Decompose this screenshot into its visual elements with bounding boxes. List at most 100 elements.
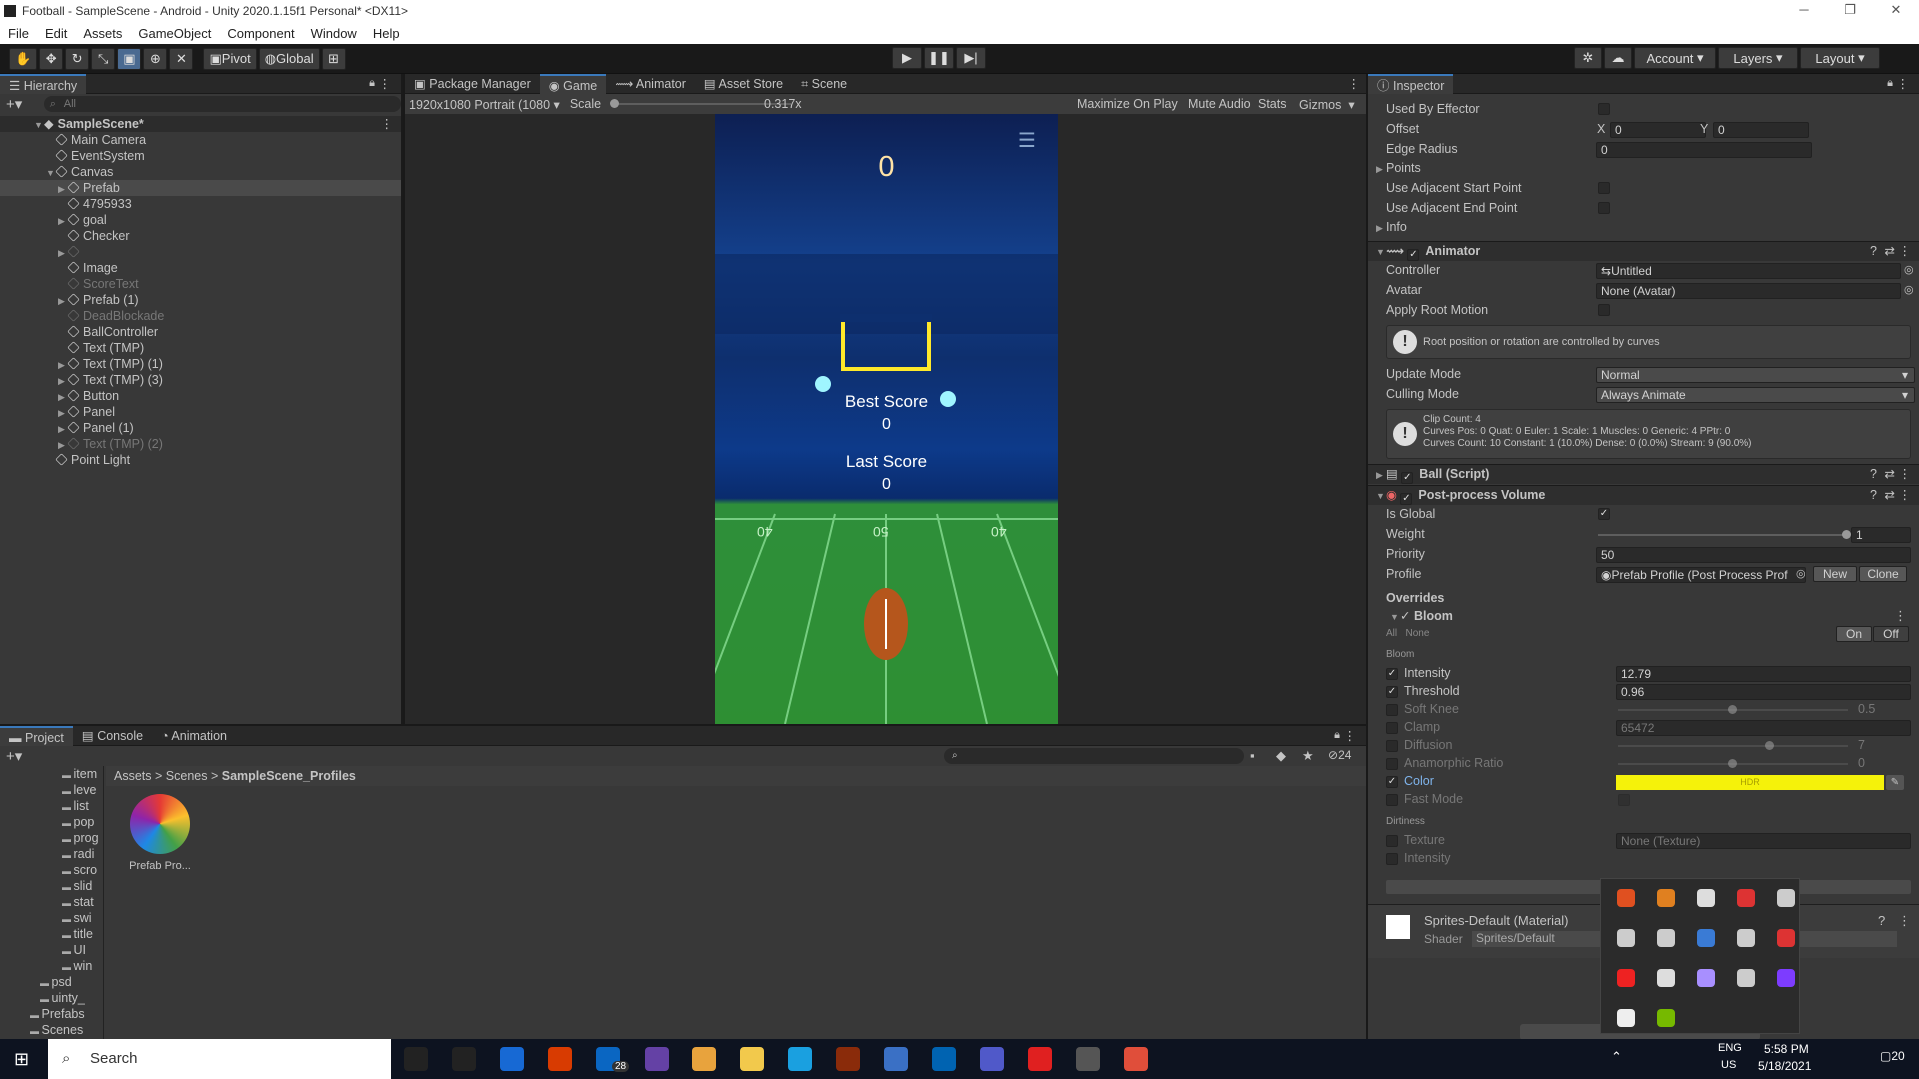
menu-file[interactable]: File [0, 26, 37, 41]
hierarchy-item[interactable]: ▶ Text (TMP) (3) [0, 372, 401, 388]
hierarchy-item[interactable]: Text (TMP) [0, 340, 401, 356]
info-foldout[interactable]: ▶ Info [1376, 219, 1407, 236]
stats-toggle[interactable]: Stats [1258, 97, 1287, 111]
menu-gameobject[interactable]: GameObject [130, 26, 219, 41]
calculator-icon[interactable] [884, 1047, 908, 1071]
maximize-button[interactable]: ❐ [1827, 0, 1873, 22]
tray-icon[interactable] [1737, 969, 1755, 987]
breadcrumb-assets[interactable]: Assets [114, 769, 152, 783]
cloud-icon[interactable]: ☁ [1604, 47, 1632, 69]
asset-item[interactable]: Prefab Pro... [118, 794, 202, 894]
hidden-packages-badge[interactable]: ⊘24 [1328, 748, 1351, 762]
tab-package-manager[interactable]: ▣ Package Manager [405, 74, 540, 94]
chrome-icon[interactable] [692, 1047, 716, 1071]
hierarchy-item[interactable]: Point Light [0, 452, 401, 468]
intensity-override-checkbox[interactable]: ✓ [1386, 668, 1398, 680]
ball-enabled-checkbox[interactable]: ✓ [1401, 472, 1414, 484]
expand-arrow-icon[interactable]: ▶ [58, 405, 68, 421]
expand-arrow-icon[interactable]: ▶ [58, 245, 68, 261]
hierarchy-item[interactable]: ▶ Panel (1) [0, 420, 401, 436]
vi-icon[interactable] [836, 1047, 860, 1071]
bloom-off-button[interactable]: Off [1873, 626, 1909, 642]
clone-profile-button[interactable]: Clone [1859, 566, 1907, 582]
animator-enabled-checkbox[interactable]: ✓ [1407, 249, 1420, 261]
threshold-field[interactable]: 0.96 [1616, 684, 1911, 700]
ball-script-header[interactable]: ▶ ▤ ✓ Ball (Script) ? ⇄ ⋮ [1368, 464, 1919, 484]
close-button[interactable]: ✕ [1873, 0, 1919, 22]
layers-dropdown[interactable]: Layers ▾ [1718, 47, 1798, 69]
folder-item[interactable]: ▬ psd [0, 974, 103, 990]
project-search-input[interactable]: ⌕ [944, 748, 1244, 764]
hierarchy-search-input[interactable]: ⌕ All [43, 96, 401, 112]
hierarchy-item[interactable]: ▶ goal [0, 212, 401, 228]
object-picker-icon[interactable]: ◎ [1904, 283, 1914, 296]
help-icon[interactable]: ? [1870, 486, 1877, 505]
folder-item[interactable]: ▬ Scenes [0, 1022, 103, 1038]
object-picker-icon[interactable]: ◎ [1904, 263, 1914, 276]
priority-field[interactable]: 50 [1596, 547, 1911, 563]
layout-dropdown[interactable]: Layout ▾ [1800, 47, 1880, 69]
object-picker-icon[interactable]: ◎ [1796, 567, 1806, 580]
folder-item[interactable]: ▬ Prefabs [0, 1006, 103, 1022]
folder-item[interactable]: ▬ UI [0, 942, 103, 958]
gizmos-dropdown[interactable]: Gizmos ▾ [1299, 97, 1355, 112]
flash-tray-icon[interactable] [1617, 969, 1635, 987]
component-menu-icon[interactable]: ⋮ [1899, 486, 1912, 505]
maximize-on-play-toggle[interactable]: Maximize On Play [1077, 97, 1178, 111]
hand-tool-icon[interactable]: ✋ [9, 47, 38, 70]
hierarchy-item[interactable]: ▶ Text (TMP) (2) [0, 436, 401, 452]
mic-tray-icon[interactable] [1737, 929, 1755, 947]
texture-override-checkbox[interactable] [1386, 835, 1398, 847]
tab-animation[interactable]: ◔ Animation [152, 726, 236, 746]
folder-item[interactable]: ▬ radi [0, 846, 103, 862]
lock-icon[interactable]: 🔒︎ [1334, 729, 1340, 742]
ppv-enabled-checkbox[interactable]: ✓ [1400, 493, 1413, 505]
override-none-link[interactable]: None [1405, 628, 1429, 639]
weight-slider[interactable] [1598, 534, 1846, 536]
global-toggle[interactable]: ◍ Global [258, 47, 320, 70]
component-menu-icon[interactable]: ⋮ [1899, 465, 1912, 484]
apply-root-motion-checkbox[interactable] [1598, 304, 1610, 316]
task-view-icon[interactable] [452, 1047, 476, 1071]
pause-button[interactable]: ❚❚ [924, 47, 954, 69]
intensity-field[interactable]: 12.79 [1616, 666, 1911, 682]
expand-arrow-icon[interactable]: ▼ [46, 165, 56, 181]
folder-item[interactable]: ▬ uinty_ [0, 990, 103, 1006]
create-plus-icon[interactable]: +▾ [6, 747, 22, 765]
anamorphic-slider-knob[interactable] [1728, 759, 1737, 768]
override-all-link[interactable]: All [1386, 628, 1397, 639]
used-by-effector-checkbox[interactable] [1598, 103, 1610, 115]
transform-tool-icon[interactable]: ⊕ [143, 47, 168, 70]
preset-icon[interactable]: ⇄ [1885, 242, 1895, 261]
hierarchy-item[interactable]: BallController [0, 324, 401, 340]
pivot-toggle[interactable]: ▣ Pivot [203, 47, 257, 70]
filter-type-icon[interactable]: ▪ [1250, 748, 1255, 763]
office-icon[interactable] [548, 1047, 572, 1071]
culling-mode-dropdown[interactable]: Always Animate ▾ [1596, 387, 1915, 403]
dirt-texture-field[interactable]: None (Texture) [1616, 833, 1911, 849]
expand-arrow-icon[interactable]: ▶ [58, 389, 68, 405]
expand-arrow-icon[interactable]: ▶ [58, 437, 68, 453]
custom-tool-icon[interactable]: ✕ [169, 47, 194, 70]
menu-help[interactable]: Help [365, 26, 408, 41]
controller-field[interactable]: ⇆Untitled [1596, 263, 1901, 279]
offset-x-field[interactable]: 0 [1610, 122, 1706, 138]
minimize-button[interactable]: ─ [1781, 0, 1827, 22]
breadcrumb-scenes[interactable]: Scenes [166, 769, 208, 783]
expand-arrow-icon[interactable]: ▶ [58, 293, 68, 309]
messaging-icon[interactable] [932, 1047, 956, 1071]
eyedropper-icon[interactable]: ✎ [1886, 775, 1904, 790]
clamp-field[interactable]: 65472 [1616, 720, 1911, 736]
clamp-override-checkbox[interactable] [1386, 722, 1398, 734]
tab-project[interactable]: ▬ Project [0, 725, 73, 746]
preset-icon[interactable]: ⇄ [1885, 486, 1895, 505]
folder-item[interactable]: ▬ scro [0, 862, 103, 878]
grid-snap-icon[interactable]: ⊞ [321, 47, 346, 70]
hierarchy-item[interactable]: ▼ Canvas [0, 164, 401, 180]
help-icon[interactable]: ? [1878, 913, 1885, 928]
menu-component[interactable]: Component [219, 26, 302, 41]
menu-edit[interactable]: Edit [37, 26, 75, 41]
hide-icon[interactable] [1777, 929, 1795, 947]
edge-radius-field[interactable]: 0 [1596, 142, 1812, 158]
folder-item[interactable]: ▬ pop [0, 814, 103, 830]
